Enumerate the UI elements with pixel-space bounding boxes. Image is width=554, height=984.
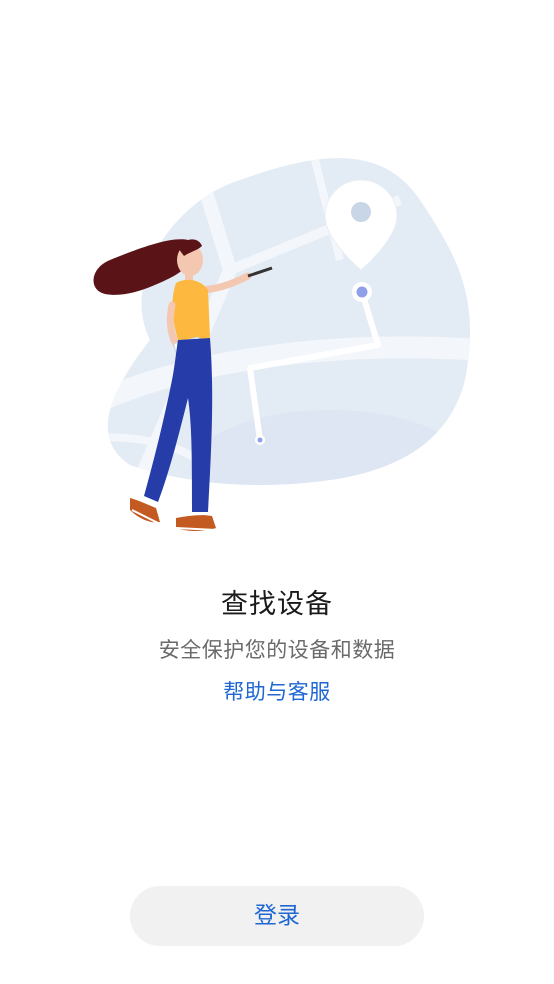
- page-title: 查找设备: [221, 589, 333, 620]
- find-device-illustration: [93, 158, 470, 531]
- help-and-support-link[interactable]: 帮助与客服: [0, 676, 554, 706]
- login-button[interactable]: 登录: [130, 886, 424, 946]
- find-device-screen: 查找设备 安全保护您的设备和数据 帮助与客服 登录: [0, 0, 554, 984]
- map-blob: [107, 158, 470, 485]
- page-subtitle: 安全保护您的设备和数据: [158, 638, 396, 662]
